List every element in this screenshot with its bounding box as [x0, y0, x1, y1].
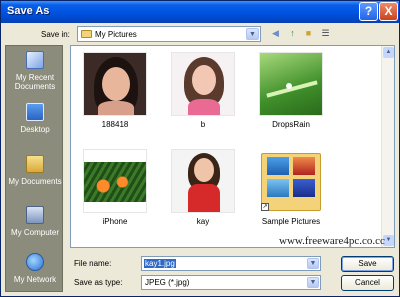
thumbnail — [83, 149, 147, 213]
file-name-label: File name: — [74, 259, 112, 268]
place-label: Desktop — [20, 125, 50, 134]
save-as-dialog: Save As ? X Save in: My Pictures ▼ ◀ ↑ ■… — [0, 0, 400, 297]
chevron-down-icon[interactable]: ▼ — [246, 28, 259, 40]
file-name: Sample Pictures — [261, 217, 321, 226]
my-documents-icon — [26, 155, 44, 173]
file-item[interactable]: b — [163, 52, 243, 142]
window-title: Save As — [7, 5, 50, 17]
save-type-value: JPEG (*.jpg) — [145, 278, 190, 287]
file-name-value: kay1.jpg — [144, 259, 176, 268]
folder-icon — [81, 30, 92, 38]
save-type-dropdown[interactable]: JPEG (*.jpg) ▼ — [141, 275, 321, 290]
file-name: DropsRain — [272, 120, 310, 129]
place-my-documents[interactable]: My Documents — [6, 153, 64, 201]
place-my-computer[interactable]: My Computer — [6, 204, 64, 252]
place-label: My Recent Documents — [14, 73, 56, 91]
save-in-value: My Pictures — [95, 30, 137, 39]
up-folder-icon[interactable]: ↑ — [286, 27, 299, 40]
chevron-down-icon[interactable]: ▼ — [307, 277, 319, 288]
desktop-icon — [26, 103, 44, 121]
place-label: My Computer — [10, 228, 59, 237]
place-desktop[interactable]: Desktop — [6, 101, 64, 149]
place-recent-documents[interactable]: My Recent Documents — [6, 49, 64, 97]
folder-item[interactable]: ↗ Sample Pictures — [251, 149, 331, 239]
views-menu-icon[interactable]: ☰ — [319, 27, 332, 40]
watermark: www.freeware4pc.co.cc — [279, 235, 385, 247]
recent-documents-icon — [26, 51, 44, 69]
network-icon — [26, 253, 44, 271]
save-in-dropdown[interactable]: My Pictures ▼ — [77, 26, 261, 42]
place-my-network[interactable]: My Network — [6, 251, 64, 296]
thumbnail — [171, 52, 235, 116]
file-name: iPhone — [102, 217, 128, 226]
scroll-up-icon[interactable]: ▲ — [383, 47, 394, 58]
save-type-label: Save as type: — [74, 278, 123, 287]
save-in-label: Save in: — [41, 30, 70, 39]
help-button[interactable]: ? — [359, 2, 378, 21]
place-label: My Network — [13, 275, 57, 284]
file-item[interactable]: 188418 — [75, 52, 155, 142]
file-item[interactable]: kay — [163, 149, 243, 239]
title-bar[interactable]: Save As ? X — [1, 1, 399, 23]
places-bar: My Recent Documents Desktop My Documents… — [5, 45, 63, 292]
file-list-view[interactable]: 188418 b DropsRain iPhone kay ↗ Sample P… — [70, 45, 395, 248]
close-button[interactable]: X — [379, 2, 398, 21]
save-button[interactable]: Save — [341, 256, 394, 272]
file-name-field[interactable]: kay1.jpg ▼ — [141, 256, 321, 271]
thumbnail — [83, 52, 147, 116]
file-name: b — [200, 120, 206, 129]
new-folder-icon[interactable]: ■ — [302, 27, 315, 40]
file-item[interactable]: iPhone — [75, 149, 155, 239]
place-label: My Documents — [8, 177, 62, 186]
chevron-down-icon[interactable]: ▼ — [307, 258, 319, 269]
thumbnail — [259, 52, 323, 116]
vertical-scrollbar[interactable]: ▲ ▼ — [381, 46, 394, 247]
thumbnail — [171, 149, 235, 213]
file-item[interactable]: DropsRain — [251, 52, 331, 142]
back-icon[interactable]: ◀ — [269, 27, 282, 40]
folder-icon: ↗ — [259, 149, 323, 213]
file-name: kay — [196, 217, 210, 226]
cancel-button[interactable]: Cancel — [341, 275, 394, 291]
my-computer-icon — [26, 206, 44, 224]
file-name: 188418 — [101, 120, 129, 129]
